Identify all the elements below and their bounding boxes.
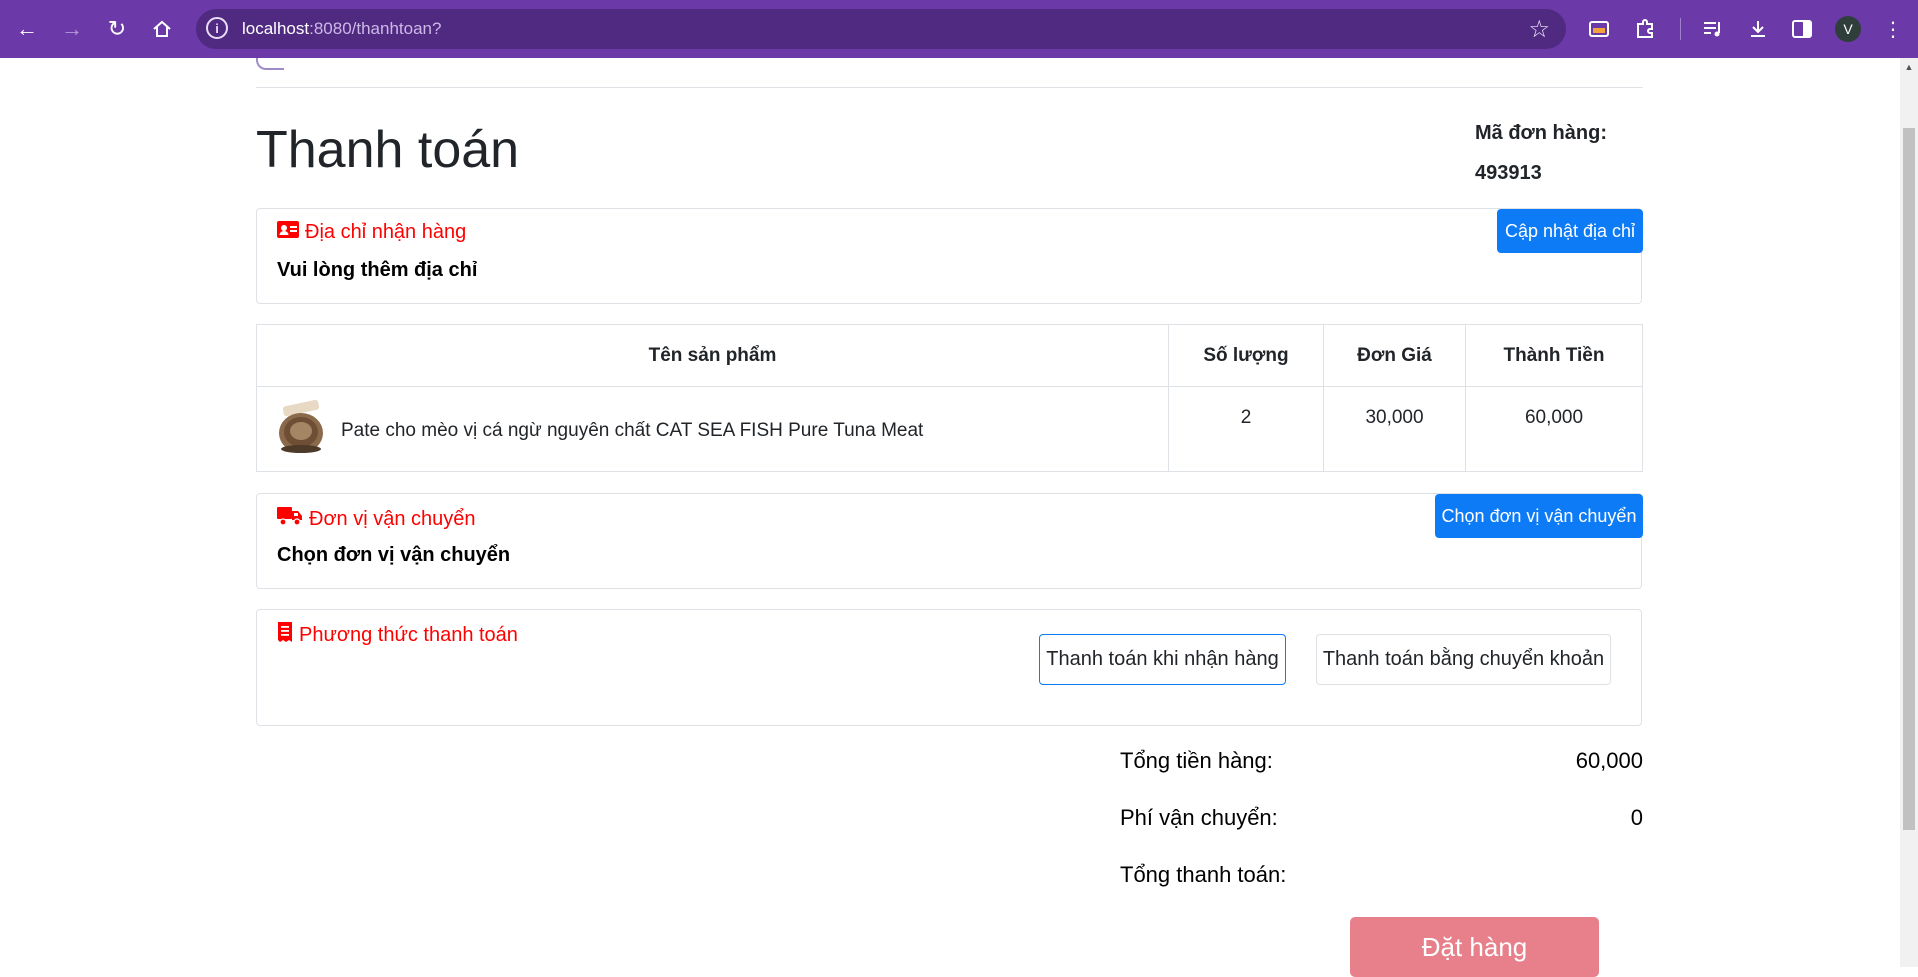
browser-extension-icon[interactable] (1584, 14, 1614, 44)
subtotal-value: 60,000 (1575, 748, 1643, 773)
payment-card-title-text: Phương thức thanh toán (299, 623, 518, 646)
media-control-icon[interactable] (1698, 14, 1728, 44)
update-address-button[interactable]: Cập nhật địa chỉ (1497, 209, 1643, 253)
table-header-row: Tên sản phẩm Số lượng Đơn Giá Thành Tiền (256, 324, 1643, 387)
shipping-message: Chọn đơn vị vận chuyển (277, 544, 511, 566)
scroll-up-arrow-icon[interactable]: ▲ (1900, 60, 1918, 74)
order-code-value: 493913 (1475, 162, 1542, 184)
column-header-total: Thành Tiền (1465, 324, 1643, 387)
product-cell: Pate cho mèo vị cá ngừ nguyên chất CAT S… (256, 386, 1169, 472)
column-header-unit-price: Đơn Giá (1323, 324, 1466, 387)
place-order-button[interactable]: Đặt hàng (1350, 917, 1599, 977)
table-row: Pate cho mèo vị cá ngừ nguyên chất CAT S… (256, 386, 1643, 472)
shipping-fee-label: Phí vận chuyển: (1120, 805, 1278, 830)
product-total: 60,000 (1465, 386, 1643, 472)
receipt-icon (277, 621, 293, 649)
address-message: Vui lòng thêm địa chỉ (277, 259, 478, 281)
side-panel-icon[interactable] (1787, 14, 1817, 44)
product-thumbnail (277, 399, 327, 463)
payment-option-transfer[interactable]: Thanh toán bằng chuyển khoản (1316, 634, 1611, 685)
choose-shipping-button[interactable]: Chọn đơn vị vận chuyển (1435, 494, 1643, 538)
forward-icon[interactable]: → (55, 12, 89, 46)
scrollbar-thumb[interactable] (1903, 128, 1915, 830)
browser-menu-icon[interactable]: ⋮ (1878, 14, 1908, 44)
shipping-card-title-text: Đơn vị vận chuyển (309, 507, 476, 530)
grand-total-label: Tổng thanh toán: (1120, 862, 1287, 887)
reload-icon[interactable]: ↻ (100, 12, 134, 46)
bookmark-star-icon[interactable]: ☆ (1528, 15, 1550, 44)
page-scrollbar[interactable]: ▲ (1900, 58, 1918, 967)
home-icon[interactable] (145, 12, 179, 46)
address-card-title-text: Địa chỉ nhận hàng (305, 221, 467, 243)
profile-avatar[interactable]: V (1835, 16, 1861, 42)
download-icon[interactable] (1743, 14, 1773, 44)
product-table: Tên sản phẩm Số lượng Đơn Giá Thành Tiền (256, 324, 1643, 472)
site-logo[interactable] (256, 58, 284, 70)
address-card-title: Địa chỉ nhận hàng (277, 221, 466, 244)
product-quantity: 2 (1168, 386, 1324, 472)
shipping-card-title: Đơn vị vận chuyển (277, 506, 476, 532)
site-info-icon[interactable]: i (206, 17, 228, 39)
shipping-card: Đơn vị vận chuyển Chọn đơn vị vận chuyển… (256, 493, 1643, 589)
payment-option-cod[interactable]: Thanh toán khi nhận hàng (1039, 634, 1286, 685)
id-card-icon (277, 221, 299, 244)
product-unit-price: 30,000 (1323, 386, 1466, 472)
extensions-puzzle-icon[interactable] (1630, 14, 1660, 44)
payment-card-title: Phương thức thanh toán (277, 621, 518, 649)
page-title: Thanh toán (256, 121, 520, 179)
payment-card: Phương thức thanh toán Thanh toán khi nh… (256, 609, 1642, 726)
column-header-product: Tên sản phẩm (256, 324, 1169, 387)
address-bar[interactable]: i localhost:8080/thanhtoan? ☆ (196, 9, 1566, 49)
subtotal-label: Tổng tiền hàng: (1120, 748, 1273, 773)
truck-icon (277, 506, 303, 532)
url-text[interactable]: localhost:8080/thanhtoan? (242, 19, 441, 39)
product-name: Pate cho mèo vị cá ngừ nguyên chất CAT S… (341, 420, 924, 441)
order-code-label: Mã đơn hàng: (1475, 122, 1607, 144)
back-icon[interactable]: ← (10, 12, 44, 46)
header-divider (256, 87, 1643, 88)
toolbar-divider (1680, 18, 1681, 40)
shipping-fee-value: 0 (1630, 805, 1643, 830)
column-header-quantity: Số lượng (1168, 324, 1324, 387)
browser-toolbar: ← → ↻ i localhost:8080/thanhtoan? ☆ V ⋮ (0, 0, 1918, 58)
address-card: Địa chỉ nhận hàng Vui lòng thêm địa chỉ … (256, 208, 1643, 304)
